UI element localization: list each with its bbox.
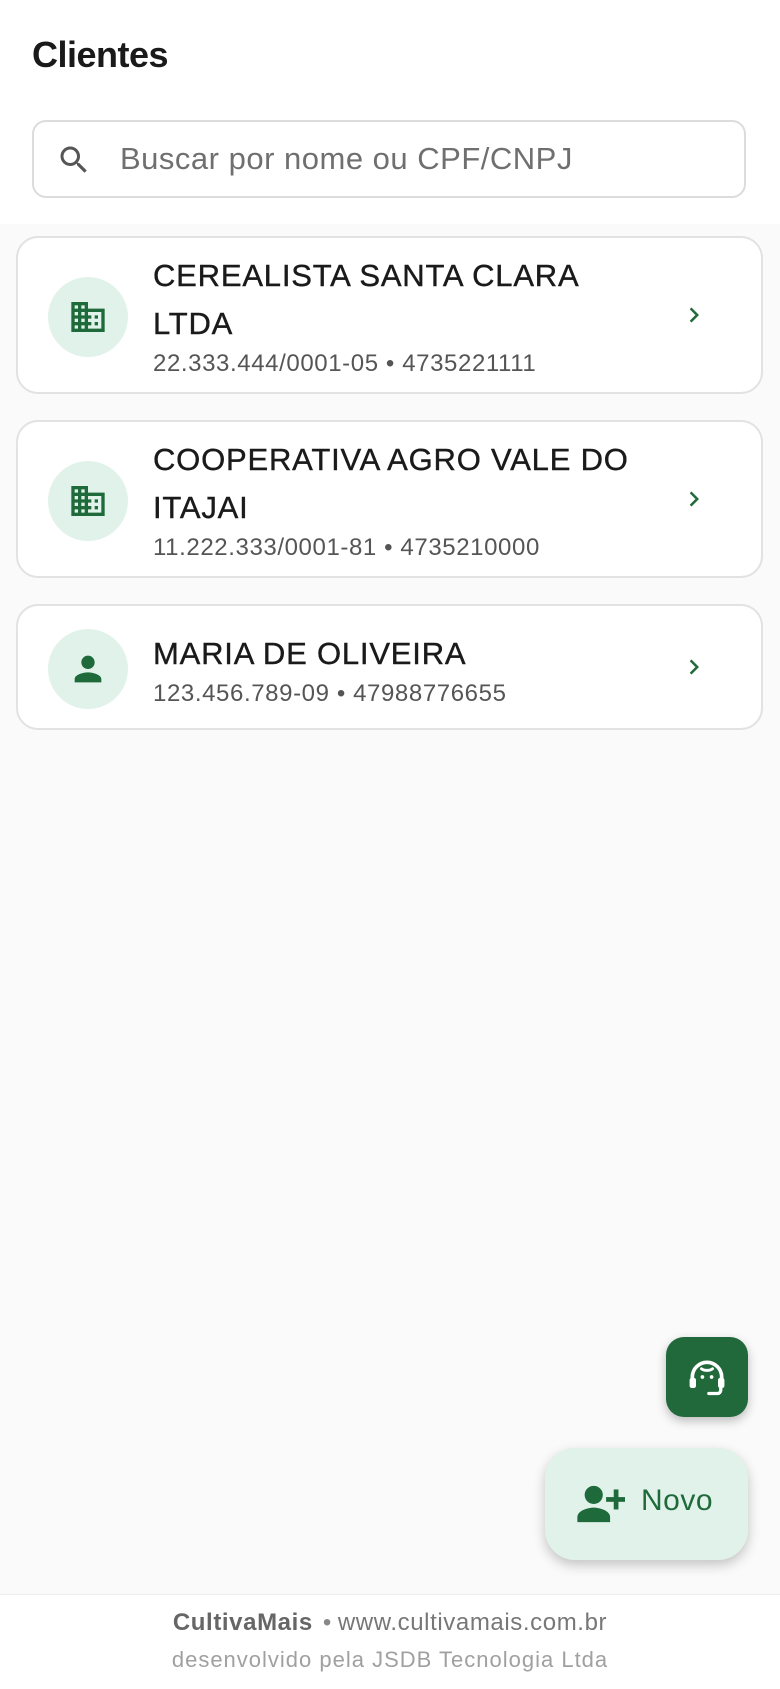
client-avatar [48,277,128,357]
footer-line: CultivaMais • www.cultivamais.com.br [0,1609,780,1637]
building-icon [71,486,105,516]
app-header: Clientes [0,0,780,224]
client-card[interactable]: COOPERATIVA AGRO VALE DO ITAJAI 11.222.3… [16,420,763,578]
client-subtitle: 11.222.333/0001-81 • 4735210000 [153,534,540,561]
support-button[interactable] [666,1337,748,1417]
client-name: COOPERATIVA AGRO VALE DO ITAJAI [153,442,629,525]
search-icon [60,146,87,173]
client-name: MARIA DE OLIVEIRA [153,636,467,671]
client-subtitle: 123.456.789-09 • 47988776655 [153,680,507,707]
search-box[interactable] [32,120,746,198]
chevron-right-icon [689,307,699,323]
client-avatar [48,461,128,541]
footer-separator: • [322,1609,332,1636]
support-agent-icon [689,1360,725,1396]
search-input[interactable] [120,122,720,196]
person-icon [74,655,102,683]
new-client-label: Novo [641,1484,714,1517]
client-name: CEREALISTA SANTA CLARA LTDA [153,258,578,341]
person-add-icon [577,1485,625,1523]
footer: CultivaMais • www.cultivamais.com.br desen… [0,1594,780,1689]
page-title: Clientes [32,34,169,75]
footer-credit: desenvolvido pela JSDB Tecnologia Ltda [171,1647,609,1672]
client-card[interactable]: CEREALISTA SANTA CLARA LTDA 22.333.444/0… [16,236,763,394]
new-client-button[interactable]: Novo [545,1448,748,1560]
client-avatar [48,629,128,709]
client-subtitle: 22.333.444/0001-05 • 4735221111 [153,350,537,377]
chevron-right-icon [689,659,699,675]
client-card[interactable]: MARIA DE OLIVEIRA 123.456.789-09 • 47988… [16,604,763,730]
footer-brand: CultivaMais [172,1609,313,1636]
chevron-right-icon [689,491,699,507]
footer-website-link[interactable]: www.cultivamais.com.br [338,1609,607,1636]
building-icon [71,302,105,332]
